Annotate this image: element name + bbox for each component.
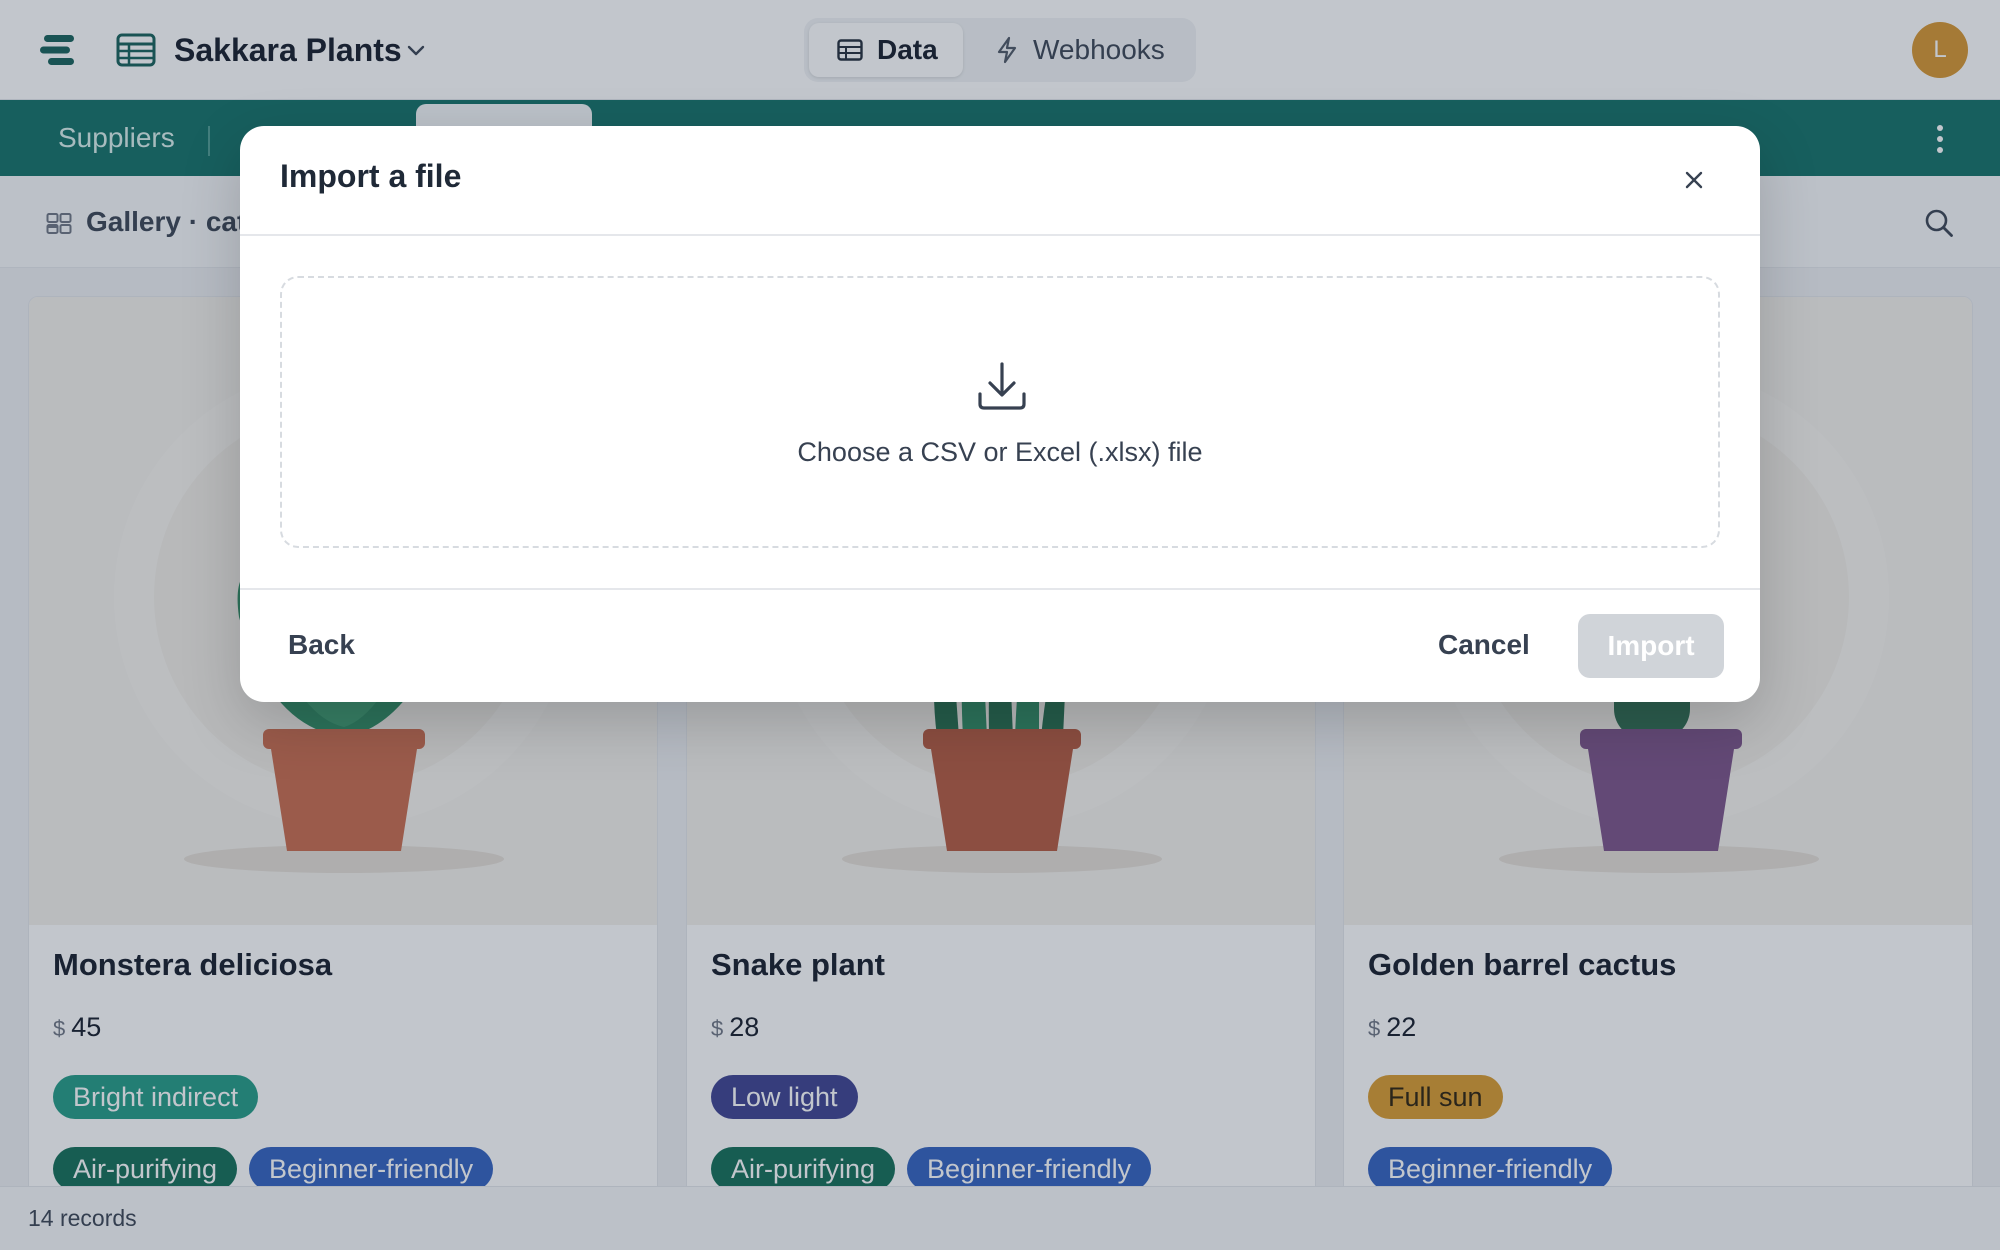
dialog-title: Import a file — [280, 158, 462, 194]
import-file-dialog: Import a file Choose a CSV or Excel (.xl… — [240, 126, 1760, 702]
download-icon — [978, 362, 1026, 410]
import-button[interactable]: Import — [1578, 614, 1724, 678]
close-icon[interactable] — [1680, 166, 1708, 194]
back-button[interactable]: Back — [270, 614, 373, 676]
dropzone-text: Choose a CSV or Excel (.xlsx) file — [797, 437, 1203, 467]
divider — [240, 234, 1760, 236]
divider — [240, 588, 1760, 590]
cancel-button[interactable]: Cancel — [1416, 614, 1552, 676]
file-dropzone[interactable]: Choose a CSV or Excel (.xlsx) file — [280, 276, 1720, 548]
